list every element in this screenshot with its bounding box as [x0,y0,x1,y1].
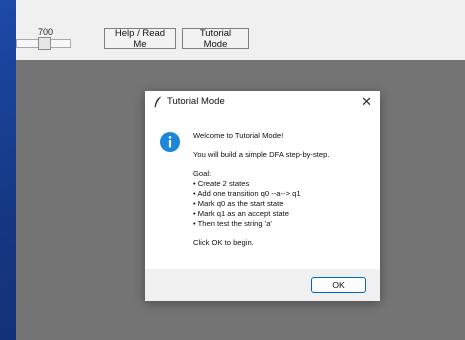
goal-item: • Mark q1 as an accept state [193,209,289,218]
welcome-text: Welcome to Tutorial Mode! [193,131,284,140]
dialog-title: Tutorial Mode [167,96,225,107]
info-icon [160,132,180,152]
goal-item: • Then test the string 'a' [193,219,272,228]
dialog-titlebar: Tutorial Mode ✕ [145,91,380,113]
closing-text: Click OK to begin. [193,238,254,247]
help-button[interactable]: Help / Read Me [104,28,176,50]
speed-slider-thumb[interactable] [38,37,51,50]
toolbar: 700 Help / Read Me Tutorial Mode [16,0,465,60]
feather-icon [154,96,162,108]
dialog-body: Welcome to Tutorial Mode! You will build… [145,113,380,269]
dialog-footer: OK [145,269,380,301]
dialog-message: Welcome to Tutorial Mode! You will build… [193,131,373,248]
goal-item: • Add one transition q0 --a--> q1 [193,189,301,198]
close-icon[interactable]: ✕ [361,94,372,110]
goal-heading: Goal: [193,169,212,178]
intro-text: You will build a simple DFA step-by-step… [193,150,330,159]
slider-value: 700 [38,27,54,37]
tutorial-mode-button[interactable]: Tutorial Mode [182,28,249,50]
goal-item: • Create 2 states [193,179,250,188]
tutorial-dialog: Tutorial Mode ✕ Welcome to Tutorial Mode… [145,91,380,301]
goal-item: • Mark q0 as the start state [193,199,284,208]
ok-button[interactable]: OK [311,277,366,293]
